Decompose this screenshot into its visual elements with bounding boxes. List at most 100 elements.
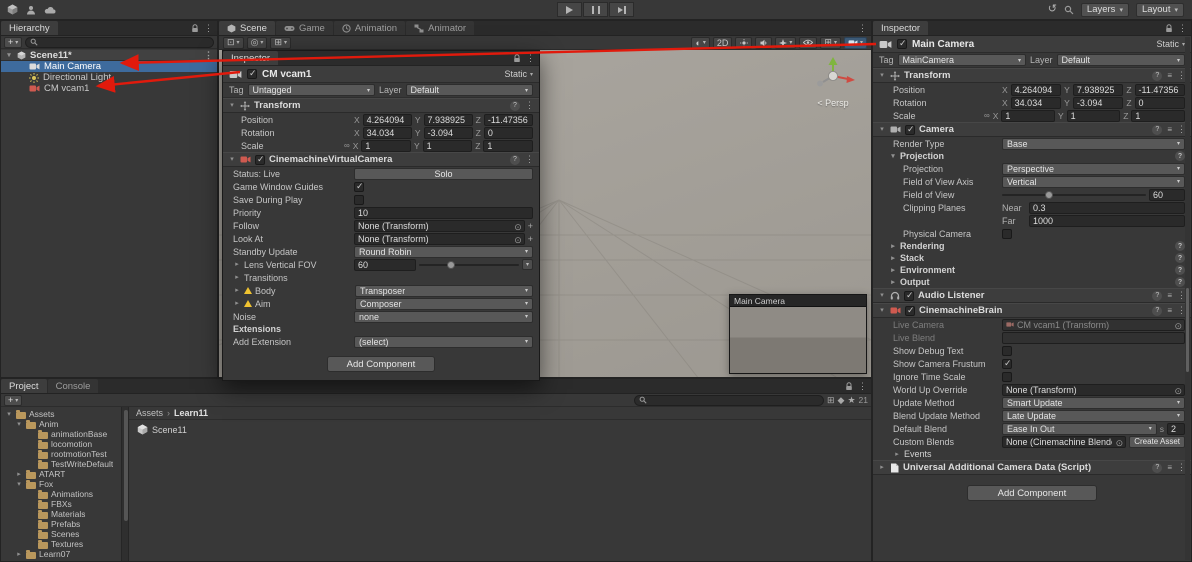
menu-icon[interactable] — [525, 100, 534, 111]
blend-update-method-dropdown[interactable]: Late Update — [1002, 409, 1185, 422]
foldout-icon[interactable] — [233, 287, 241, 294]
stack-section-header[interactable]: Stack — [873, 252, 1191, 264]
position-z-field[interactable]: -11.47356 — [483, 113, 534, 126]
tree-item-locomotion[interactable]: locomotion — [1, 439, 121, 449]
search-by-label-icon[interactable]: ◆ — [838, 395, 845, 406]
layers-dropdown[interactable]: Layers — [1080, 2, 1129, 17]
effects-dropdown[interactable] — [775, 36, 797, 49]
presets-icon[interactable]: ≡ — [1167, 463, 1172, 472]
lock-icon[interactable] — [191, 24, 199, 33]
far-clip-field[interactable]: 1000 — [1029, 214, 1185, 227]
tree-item-testwritedefault[interactable]: TestWriteDefault — [1, 459, 121, 469]
help-icon[interactable] — [1175, 241, 1185, 251]
tree-item-learn07[interactable]: Learn07 — [1, 549, 121, 559]
presets-icon[interactable]: ≡ — [1167, 125, 1172, 134]
breadcrumb-root[interactable]: Assets — [136, 408, 163, 418]
transform-component-header[interactable]: Transform ≡ — [873, 68, 1191, 83]
help-icon[interactable] — [1152, 462, 1163, 473]
menu-icon[interactable] — [1178, 23, 1187, 34]
active-checkbox[interactable] — [247, 68, 257, 79]
rotation-z-field[interactable]: 0 — [483, 126, 534, 139]
rotation-y-field[interactable]: -3.094 — [1072, 96, 1124, 109]
foldout-icon[interactable] — [233, 261, 241, 268]
foldout-icon[interactable] — [878, 307, 886, 314]
scale-link-icon[interactable]: ∞ — [344, 141, 350, 150]
foldout-icon[interactable] — [889, 243, 897, 250]
ignore-time-scale-checkbox[interactable] — [1002, 371, 1012, 382]
help-icon[interactable] — [1152, 124, 1163, 135]
play-button[interactable] — [557, 2, 582, 17]
layer-dropdown[interactable]: Default — [405, 84, 533, 96]
tree-item-fbxs[interactable]: FBXs — [1, 499, 121, 509]
save-during-play-checkbox[interactable] — [354, 194, 364, 205]
2d-toggle[interactable]: 2D — [712, 36, 733, 49]
foldout-icon[interactable] — [893, 451, 901, 458]
scene-audio-toggle[interactable] — [755, 36, 773, 49]
physical-camera-checkbox[interactable] — [1002, 228, 1012, 239]
tab-game[interactable]: Game — [275, 21, 333, 35]
layout-dropdown[interactable]: Layout — [1135, 2, 1184, 17]
scrollbar-thumb[interactable] — [1186, 288, 1189, 372]
menu-icon[interactable] — [858, 381, 867, 392]
tree-item-anim[interactable]: Anim — [1, 419, 121, 429]
foldout-icon[interactable] — [878, 72, 886, 79]
add-extension-dropdown[interactable]: (select) — [354, 335, 533, 348]
tab-project[interactable]: Project — [1, 379, 47, 393]
fov-axis-dropdown[interactable]: Vertical — [1002, 175, 1185, 188]
foldout-icon[interactable] — [15, 551, 23, 558]
static-dropdown[interactable]: Static — [504, 69, 533, 79]
lock-icon[interactable] — [513, 54, 521, 63]
create-object-button[interactable]: + — [4, 36, 23, 48]
asset-scene11[interactable]: Scene11 — [129, 420, 195, 439]
hierarchy-item-cm-vcam1[interactable]: CM vcam1 — [1, 83, 217, 94]
presets-icon[interactable]: ≡ — [1167, 71, 1172, 80]
lens-fov-field[interactable]: 60 — [354, 258, 416, 271]
step-button[interactable] — [609, 2, 634, 17]
position-x-field[interactable]: 4.264094 — [1010, 83, 1062, 96]
help-icon[interactable] — [1152, 305, 1163, 316]
aim-dropdown[interactable]: Composer — [355, 297, 533, 310]
add-component-button[interactable]: Add Component — [967, 485, 1097, 501]
project-search-input[interactable] — [649, 395, 819, 405]
audio-listener-enabled-checkbox[interactable] — [904, 290, 914, 301]
help-icon[interactable] — [510, 154, 520, 165]
tree-item-textures[interactable]: Textures — [1, 539, 121, 549]
add-component-button[interactable]: Add Component — [327, 356, 435, 372]
lens-fov-slider[interactable] — [419, 260, 519, 269]
rendering-section-header[interactable]: Rendering — [873, 240, 1191, 252]
position-z-field[interactable]: -11.47356 — [1134, 83, 1185, 96]
rotation-z-field[interactable]: 0 — [1134, 96, 1185, 109]
menu-icon[interactable] — [858, 23, 867, 34]
camera-overlay-dropdown[interactable] — [843, 36, 867, 49]
foldout-icon[interactable] — [228, 102, 236, 109]
world-up-object-field[interactable]: None (Transform) — [1002, 383, 1185, 397]
update-method-dropdown[interactable]: Smart Update — [1002, 396, 1185, 409]
transform-component-header[interactable]: Transform — [223, 98, 539, 113]
near-clip-field[interactable]: 0.3 — [1029, 201, 1185, 214]
render-type-dropdown[interactable]: Base — [1002, 137, 1185, 150]
foldout-icon[interactable] — [5, 411, 13, 418]
scale-y-field[interactable]: 1 — [422, 139, 473, 152]
menu-icon[interactable] — [204, 23, 213, 34]
tab-animator[interactable]: Animator — [406, 21, 475, 35]
events-row[interactable]: Events — [873, 448, 1191, 460]
foldout-icon[interactable] — [228, 156, 236, 163]
add-look-at-target-icon[interactable]: + — [528, 234, 533, 244]
foldout-icon[interactable] — [889, 153, 897, 160]
scene-lighting-toggle[interactable] — [735, 36, 753, 49]
presets-icon[interactable]: ≡ — [1167, 291, 1172, 300]
camera-data-component-header[interactable]: Universal Additional Camera Data (Script… — [873, 460, 1191, 475]
help-icon[interactable] — [1175, 277, 1185, 287]
grid-snapping-dropdown[interactable]: ⊞ — [270, 36, 291, 49]
position-y-field[interactable]: 7.938925 — [423, 113, 473, 126]
rotation-x-field[interactable]: 34.034 — [1010, 96, 1062, 109]
tab-hierarchy[interactable]: Hierarchy — [1, 21, 58, 35]
gameobject-name[interactable]: CM vcam1 — [262, 69, 499, 80]
scene-options-icon[interactable] — [204, 50, 213, 61]
blend-time-field[interactable]: 2 — [1167, 422, 1185, 435]
transitions-row[interactable]: Transitions — [223, 271, 539, 284]
game-window-guides-checkbox[interactable] — [354, 181, 364, 192]
hierarchy-search-input[interactable] — [41, 37, 209, 47]
foldout-icon[interactable] — [15, 481, 23, 488]
help-icon[interactable] — [510, 100, 520, 111]
